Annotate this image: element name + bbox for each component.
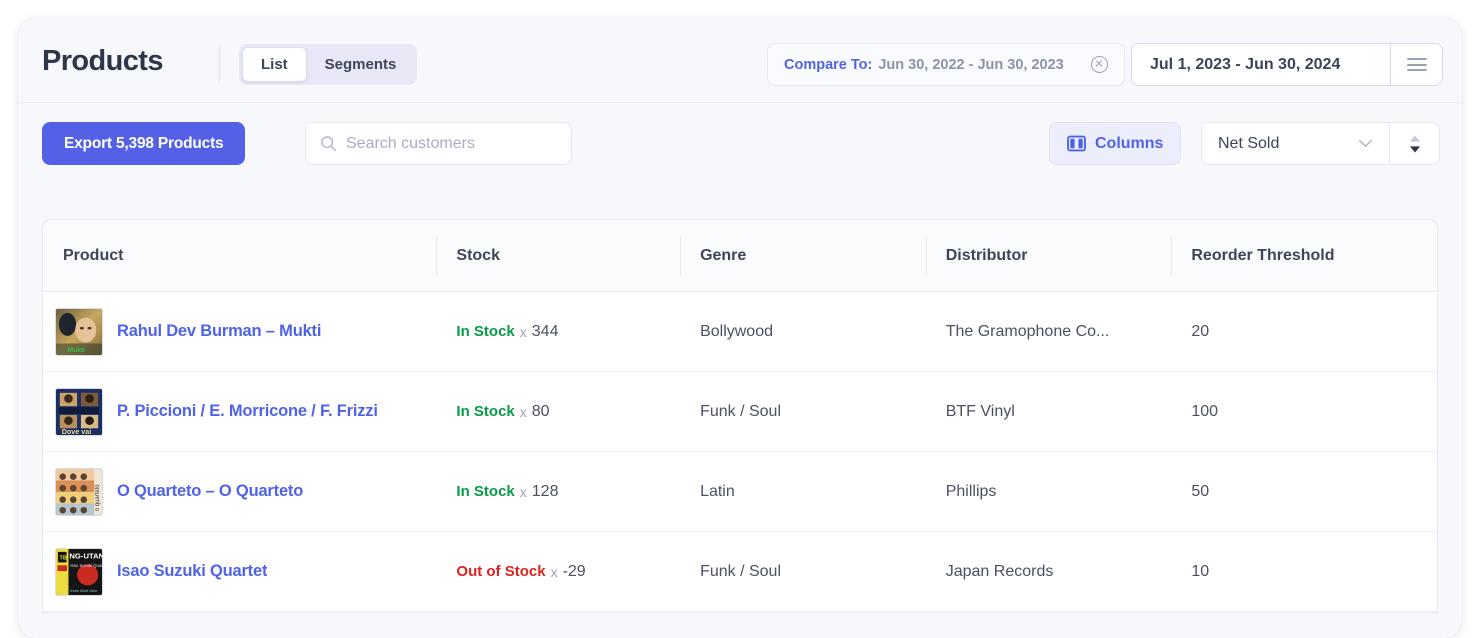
stock-quantity: 344 xyxy=(532,323,559,341)
columns-button-label: Columns xyxy=(1095,135,1163,153)
svg-text:three blind mice: three blind mice xyxy=(70,589,97,593)
table-body: Mukti Rahul Dev Burman – MuktiIn Stockx3… xyxy=(43,292,1437,612)
cell-stock: In Stock x 128 xyxy=(436,452,680,531)
date-range-field[interactable]: Jul 1, 2023 - Jun 30, 2024 xyxy=(1132,44,1390,85)
product-name-link[interactable]: Isao Suzuki Quartet xyxy=(117,562,267,581)
stock-separator: x xyxy=(520,324,527,340)
svg-text:Isao Suzuki Quartet: Isao Suzuki Quartet xyxy=(70,563,102,568)
column-header-genre[interactable]: Genre xyxy=(680,220,926,291)
product-thumbnail[interactable]: NG-UTAN Isao Suzuki Quartet TB three bli… xyxy=(55,548,103,596)
svg-text:Dove vai: Dove vai xyxy=(62,428,92,435)
column-header-stock[interactable]: Stock xyxy=(436,220,680,291)
cell-stock: In Stock x 344 xyxy=(436,292,680,371)
cell-product: NG-UTAN Isao Suzuki Quartet TB three bli… xyxy=(43,532,436,611)
cell-reorder-threshold: 100 xyxy=(1171,372,1437,451)
svg-text:Mukti: Mukti xyxy=(68,347,86,354)
cell-reorder-threshold: 50 xyxy=(1171,452,1437,531)
sort-select-value: Net Sold xyxy=(1218,135,1279,153)
export-products-button[interactable]: Export 5,398 Products xyxy=(42,122,245,165)
cell-reorder-threshold: 20 xyxy=(1171,292,1437,371)
tab-list[interactable]: List xyxy=(242,47,307,82)
page-header: Products List Segments Compare To: Jun 3… xyxy=(18,18,1462,103)
products-page-card: Products List Segments Compare To: Jun 3… xyxy=(18,18,1462,638)
cell-distributor: Japan Records xyxy=(926,532,1172,611)
view-toggle-group: List Segments xyxy=(239,44,417,85)
chevron-down-icon xyxy=(1358,139,1373,148)
compare-to-label: Compare To: xyxy=(784,57,872,73)
cell-product: Mukti Rahul Dev Burman – Mukti xyxy=(43,292,436,371)
search-input[interactable] xyxy=(346,135,557,153)
stock-separator: x xyxy=(551,564,558,580)
stock-separator: x xyxy=(520,404,527,420)
stock-quantity: -29 xyxy=(563,563,586,581)
table-toolbar: Export 5,398 Products Columns Net Sold xyxy=(18,103,1462,201)
svg-text:o quarteto: o quarteto xyxy=(95,483,101,510)
sort-direction-button[interactable] xyxy=(1389,123,1439,164)
svg-text:TB: TB xyxy=(59,555,67,561)
cell-genre: Funk / Soul xyxy=(680,532,926,611)
columns-layout-icon xyxy=(1067,135,1086,152)
product-name-link[interactable]: O Quarteto – O Quarteto xyxy=(117,482,303,501)
products-table: Product Stock Genre Distributor Reorder … xyxy=(42,219,1438,613)
cell-reorder-threshold: 10 xyxy=(1171,532,1437,611)
tab-segments[interactable]: Segments xyxy=(307,47,415,82)
cell-genre: Bollywood xyxy=(680,292,926,371)
cell-genre: Funk / Soul xyxy=(680,372,926,451)
column-header-reorder-threshold[interactable]: Reorder Threshold xyxy=(1171,220,1437,291)
column-header-distributor[interactable]: Distributor xyxy=(926,220,1172,291)
sort-updown-icon xyxy=(1408,134,1422,154)
stock-status-badge: In Stock xyxy=(456,403,514,420)
cell-distributor: BTF Vinyl xyxy=(926,372,1172,451)
table-row[interactable]: Mukti Rahul Dev Burman – Mukti In Stock x3… xyxy=(43,292,1437,372)
sort-select[interactable]: Net Sold xyxy=(1202,123,1389,164)
compare-to-pill[interactable]: Compare To: Jun 30, 2022 - Jun 30, 2023 xyxy=(767,43,1125,86)
circle-x-icon[interactable] xyxy=(1091,56,1108,73)
product-thumbnail[interactable]: Mukti xyxy=(55,308,103,356)
cell-distributor: The Gramophone Co... xyxy=(926,292,1172,371)
table-row[interactable]: NG-UTAN Isao Suzuki Quartet TB three bli… xyxy=(43,532,1437,612)
stock-quantity: 80 xyxy=(532,403,550,421)
date-range-group: Jul 1, 2023 - Jun 30, 2024 xyxy=(1131,43,1443,86)
cell-distributor: Phillips xyxy=(926,452,1172,531)
cell-genre: Latin xyxy=(680,452,926,531)
svg-text:NG-UTAN: NG-UTAN xyxy=(69,551,102,560)
product-name-link[interactable]: Rahul Dev Burman – Mukti xyxy=(117,322,321,341)
hamburger-menu-icon[interactable] xyxy=(1390,44,1442,85)
table-header-row: Product Stock Genre Distributor Reorder … xyxy=(43,220,1437,292)
table-row[interactable]: o quarteto O Quarteto – O QuartetoIn Sto… xyxy=(43,452,1437,532)
product-name-link[interactable]: P. Piccioni / E. Morricone / F. Frizzi xyxy=(117,402,378,421)
table-row[interactable]: Dove vai P. Piccioni / E. Morricone / F.… xyxy=(43,372,1437,452)
search-icon xyxy=(320,135,337,152)
header-divider xyxy=(219,47,220,82)
product-thumbnail[interactable]: o quarteto xyxy=(55,468,103,516)
sort-control-group: Net Sold xyxy=(1201,122,1440,165)
stock-quantity: 128 xyxy=(532,483,559,501)
columns-button[interactable]: Columns xyxy=(1049,122,1181,165)
hamburger-bars xyxy=(1407,55,1427,75)
stock-status-badge: Out of Stock xyxy=(456,563,545,580)
cell-stock: In Stock x 80 xyxy=(436,372,680,451)
cell-product: o quarteto O Quarteto – O Quarteto xyxy=(43,452,436,531)
compare-to-value: Jun 30, 2022 - Jun 30, 2023 xyxy=(878,57,1063,73)
product-thumbnail[interactable]: Dove vai xyxy=(55,388,103,436)
column-header-product[interactable]: Product xyxy=(43,220,436,291)
cell-stock: Out of Stock x -29 xyxy=(436,532,680,611)
cell-product: Dove vai P. Piccioni / E. Morricone / F.… xyxy=(43,372,436,451)
stock-status-badge: In Stock xyxy=(456,323,514,340)
stock-status-badge: In Stock xyxy=(456,483,514,500)
page-title: Products xyxy=(42,45,163,78)
stock-separator: x xyxy=(520,484,527,500)
search-field-wrapper[interactable] xyxy=(305,122,572,165)
